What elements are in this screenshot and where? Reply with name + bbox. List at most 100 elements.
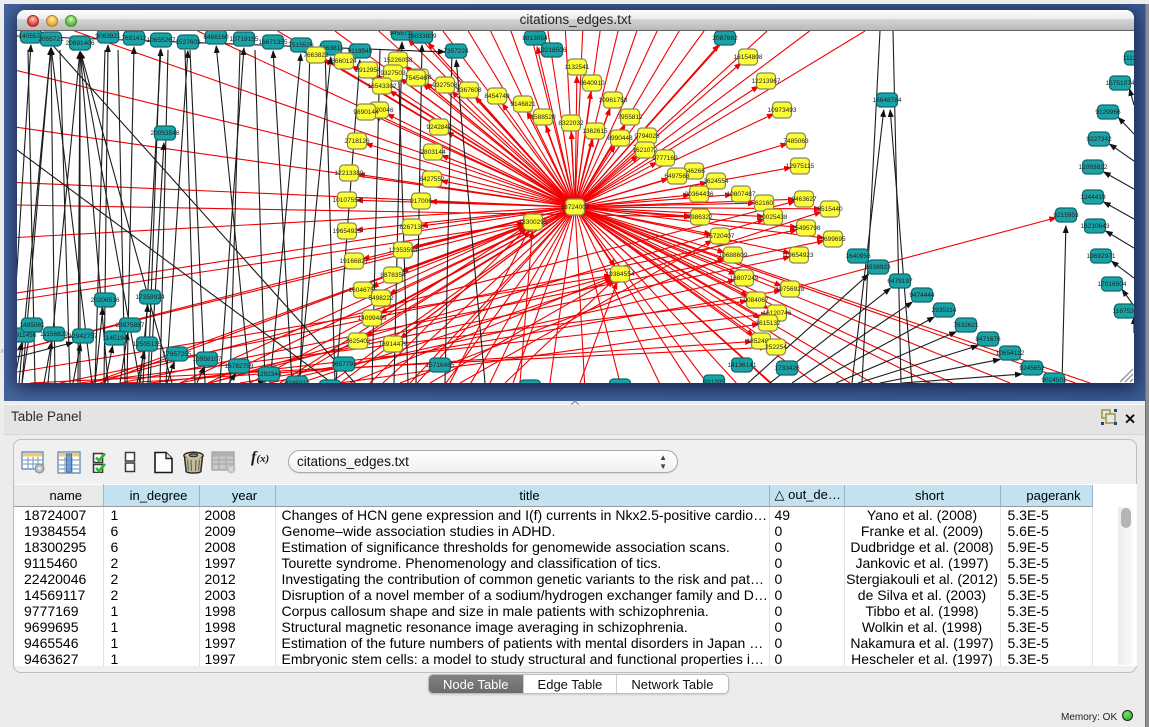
svg-text:10654112: 10654112 — [996, 350, 1025, 357]
svg-text:252254: 252254 — [765, 344, 787, 351]
svg-text:8454749: 8454749 — [484, 93, 510, 100]
svg-text:9024501: 9024501 — [1041, 377, 1067, 383]
svg-text:1621072: 1621072 — [632, 147, 658, 154]
svg-text:10688609: 10688609 — [719, 252, 748, 259]
svg-text:9515440: 9515440 — [817, 206, 843, 213]
svg-text:11156829: 11156829 — [40, 331, 68, 338]
svg-text:6497568: 6497568 — [664, 173, 690, 180]
svg-text:7691412: 7691412 — [121, 35, 147, 42]
svg-text:19692971: 19692971 — [1087, 253, 1116, 260]
svg-text:10655267: 10655267 — [147, 37, 176, 44]
svg-text:14099489: 14099489 — [358, 315, 387, 322]
svg-text:12505135: 12505135 — [133, 341, 162, 348]
svg-text:23975887: 23975887 — [116, 322, 145, 329]
svg-text:917006: 917006 — [410, 198, 432, 205]
svg-text:8427552: 8427552 — [419, 176, 445, 183]
svg-text:19166827: 19166827 — [340, 258, 369, 265]
svg-text:2718126: 2718126 — [344, 138, 370, 145]
svg-text:9242848: 9242848 — [426, 124, 452, 131]
svg-text:1362615: 1362615 — [582, 128, 608, 135]
svg-text:7357224: 7357224 — [443, 48, 469, 55]
svg-text:8813054: 8813054 — [522, 35, 548, 42]
svg-text:754546: 754546 — [405, 75, 427, 82]
svg-text:1527602: 1527602 — [175, 39, 201, 46]
svg-text:6479197: 6479197 — [887, 278, 913, 285]
svg-text:15226058: 15226058 — [384, 57, 413, 64]
svg-text:8912954: 8912954 — [355, 67, 381, 74]
svg-text:18724007: 18724007 — [561, 204, 590, 211]
svg-text:15716485: 15716485 — [426, 362, 455, 369]
svg-text:8640910: 8640910 — [579, 80, 605, 87]
svg-text:1588520: 1588520 — [530, 114, 556, 121]
svg-text:9146821: 9146821 — [510, 101, 536, 108]
svg-text:1112401: 1112401 — [1123, 55, 1134, 62]
svg-text:10958107: 10958107 — [193, 356, 222, 363]
svg-text:20206516: 20206516 — [91, 297, 120, 304]
svg-text:8322032: 8322032 — [558, 120, 584, 127]
svg-text:9699695: 9699695 — [820, 236, 846, 243]
svg-text:9084067: 9084067 — [743, 297, 769, 304]
svg-text:2055721: 2055721 — [38, 36, 64, 43]
svg-text:1167534: 1167534 — [1113, 308, 1134, 315]
svg-text:16210643: 16210643 — [1081, 223, 1110, 230]
svg-text:8878354: 8878354 — [380, 272, 406, 279]
svg-text:19654925: 19654925 — [333, 228, 362, 235]
svg-text:16154808: 16154808 — [734, 54, 763, 61]
svg-text:15495798: 15495798 — [792, 225, 821, 232]
svg-text:9777169: 9777169 — [652, 155, 678, 162]
svg-text:14136141: 14136141 — [728, 362, 757, 369]
svg-text:2803144: 2803144 — [420, 149, 446, 156]
svg-text:16914479: 16914479 — [379, 341, 408, 348]
svg-text:10025438: 10025438 — [759, 214, 788, 221]
svg-text:7632621: 7632621 — [953, 322, 979, 329]
svg-text:6466160: 6466160 — [203, 34, 229, 41]
svg-text:9327503: 9327503 — [380, 70, 406, 77]
svg-text:8660124: 8660124 — [331, 58, 357, 65]
svg-text:7986322: 7986322 — [687, 214, 713, 221]
svg-text:8471676: 8471676 — [975, 336, 1001, 343]
svg-text:9890144: 9890144 — [353, 109, 379, 116]
svg-text:1733426: 1733426 — [774, 365, 800, 372]
svg-text:9227342: 9227342 — [1086, 136, 1112, 143]
svg-text:12353594: 12353594 — [389, 247, 418, 254]
svg-text:20691406: 20691406 — [66, 40, 95, 47]
svg-text:18807249: 18807249 — [730, 275, 759, 282]
svg-text:9245652: 9245652 — [1019, 365, 1045, 372]
svg-text:10961758: 10961758 — [599, 97, 628, 104]
svg-text:2367608: 2367608 — [456, 87, 482, 94]
svg-text:17957255: 17957255 — [163, 351, 192, 358]
svg-text:10807487: 10807487 — [727, 191, 756, 198]
svg-text:10107554: 10107554 — [333, 197, 362, 204]
svg-text:9474444: 9474444 — [909, 292, 935, 299]
svg-text:16671355: 16671355 — [259, 39, 288, 46]
svg-text:62160: 62160 — [755, 200, 773, 207]
svg-text:9327508: 9327508 — [432, 82, 458, 89]
svg-text:20053546: 20053546 — [151, 130, 180, 137]
svg-text:1640956: 1640956 — [845, 253, 871, 260]
svg-text:16033809: 16033809 — [408, 33, 437, 40]
svg-text:16648784: 16648784 — [873, 97, 902, 104]
svg-text:9463627: 9463627 — [791, 196, 817, 203]
svg-text:1485081: 1485081 — [19, 322, 45, 329]
svg-text:2087682: 2087682 — [712, 35, 738, 42]
svg-text:12093822: 12093822 — [1079, 164, 1108, 171]
svg-text:1292344: 1292344 — [256, 371, 282, 378]
svg-text:19384554: 19384554 — [606, 271, 635, 278]
svg-text:8990448: 8990448 — [607, 135, 633, 142]
svg-text:10719155: 10719155 — [230, 36, 259, 43]
svg-text:7625402: 7625402 — [345, 338, 371, 345]
svg-text:19654923: 19654923 — [785, 252, 814, 259]
svg-text:6938923: 6938923 — [865, 264, 891, 271]
svg-text:12213389: 12213389 — [335, 170, 364, 177]
svg-text:12213967: 12213967 — [752, 78, 781, 85]
svg-text:8267130: 8267130 — [399, 224, 425, 231]
svg-text:931205: 931205 — [703, 379, 725, 383]
svg-text:16782759: 16782759 — [225, 363, 254, 370]
svg-text:12942757: 12942757 — [69, 333, 98, 340]
svg-text:9794028: 9794028 — [634, 133, 660, 140]
svg-text:3624554: 3624554 — [703, 178, 729, 185]
svg-text:9063921: 9063921 — [95, 33, 121, 40]
svg-text:3911456: 3911456 — [17, 332, 37, 339]
svg-text:20364436: 20364436 — [685, 191, 714, 198]
svg-text:7955812: 7955812 — [617, 114, 643, 121]
